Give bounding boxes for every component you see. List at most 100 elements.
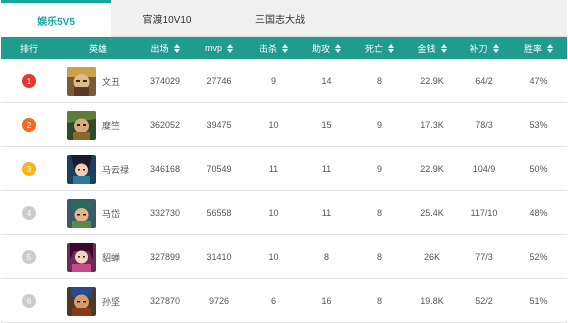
column-header-assist[interactable]: 助攻 (300, 37, 353, 59)
gold-value: 25.4K (420, 208, 444, 218)
games-value: 346168 (149, 164, 181, 174)
sort-icon (547, 43, 553, 53)
hero-name[interactable]: 孙坚 (102, 295, 120, 308)
column-header-winrate[interactable]: 胜率 (510, 37, 567, 59)
death-value: 9 (376, 164, 382, 174)
death-value: 8 (376, 252, 382, 262)
hero-cell: 貂蝉 (57, 235, 139, 279)
sort-icon (335, 43, 341, 53)
games-value: 362052 (149, 120, 181, 130)
assist-value: 16 (321, 296, 332, 306)
winrate-value: 50% (529, 164, 548, 174)
cs-value: 78/3 (475, 120, 493, 130)
rank-cell: 1 (1, 59, 57, 103)
kill-value: 10 (268, 252, 279, 262)
sort-icon (492, 43, 499, 53)
sort-icon (440, 43, 447, 53)
winrate-value: 48% (529, 208, 548, 218)
mvp-value: 39475 (206, 120, 232, 130)
table-row[interactable]: 1 文丑 374029 27746 9 14 8 22.9K 64/2 47% (1, 59, 567, 103)
gold-value: 22.9K (420, 164, 444, 174)
cs-value: 117/10 (470, 208, 498, 218)
sun-jian-portrait-icon[interactable] (67, 286, 96, 316)
table-row[interactable]: 2 糜竺 362052 39475 10 15 9 17.3K 78/3 53% (1, 103, 567, 147)
sort-icon (173, 43, 180, 53)
winrate-value: 52% (529, 252, 548, 262)
diao-chan-portrait-icon[interactable] (67, 242, 96, 272)
rank-badge: 1 (22, 74, 36, 88)
assist-value: 11 (321, 208, 332, 218)
hero-name[interactable]: 文丑 (102, 75, 120, 88)
rank-badge: 3 (22, 162, 36, 176)
games-value: 374029 (149, 76, 181, 86)
hero-cell: 糜竺 (57, 103, 139, 147)
games-value: 327899 (149, 252, 181, 262)
cs-value: 77/3 (475, 252, 493, 262)
table-header: 排行 英雄 出场 mvp 击杀 助攻 死亡 金钱 补刀 胜率 (1, 37, 567, 59)
mvp-value: 70549 (206, 164, 232, 174)
rank-badge: 4 (22, 206, 36, 220)
mode-tabs: 娱乐5V5 官渡10V10 三国志大战 (1, 0, 567, 38)
mvp-value: 9726 (208, 296, 230, 306)
column-header-kill[interactable]: 击杀 (247, 37, 300, 59)
assist-value: 11 (321, 164, 332, 174)
hero-name[interactable]: 糜竺 (102, 119, 120, 132)
mvp-value: 31410 (206, 252, 232, 262)
table-row[interactable]: 5 貂蝉 327899 31410 10 8 8 26K 77/3 52% (1, 235, 567, 279)
hero-name[interactable]: 马云禄 (102, 163, 129, 176)
kill-value: 9 (270, 76, 276, 86)
rank-cell: 5 (1, 235, 57, 279)
cs-value: 104/9 (472, 164, 496, 174)
gold-value: 22.9K (420, 76, 444, 86)
death-value: 8 (376, 296, 382, 306)
table-row[interactable]: 4 马岱 332730 56558 10 11 8 25.4K 117/10 4… (1, 191, 567, 235)
column-header-rank: 排行 (19, 43, 38, 54)
wen-chou-portrait-icon[interactable] (67, 66, 96, 96)
winrate-value: 51% (529, 296, 548, 306)
rank-cell: 2 (1, 103, 57, 147)
hero-cell: 马云禄 (57, 147, 139, 191)
winrate-value: 47% (529, 76, 548, 86)
rank-cell: 4 (1, 191, 57, 235)
death-value: 9 (376, 120, 382, 130)
hero-cell: 孙坚 (57, 279, 139, 323)
kill-value: 10 (268, 208, 279, 218)
winrate-value: 53% (529, 120, 548, 130)
hero-name[interactable]: 马岱 (102, 207, 120, 220)
ranking-table-body: 1 文丑 374029 27746 9 14 8 22.9K 64/2 47% … (1, 59, 567, 323)
mi-zhu-portrait-icon[interactable] (67, 110, 96, 140)
tab-guandu-10v10[interactable]: 官渡10V10 (111, 0, 223, 37)
column-header-death[interactable]: 死亡 (353, 37, 406, 59)
kill-value: 10 (268, 120, 279, 130)
table-row[interactable]: 6 孙坚 327870 9726 6 16 8 19.8K 52/2 51% (1, 279, 567, 323)
hero-name[interactable]: 貂蝉 (102, 251, 120, 264)
column-header-games[interactable]: 出场 (139, 37, 191, 59)
ma-yunlu-portrait-icon[interactable] (67, 154, 96, 184)
death-value: 8 (376, 76, 382, 86)
games-value: 327870 (149, 296, 181, 306)
hero-cell: 文丑 (57, 59, 139, 103)
tab-entertainment-5v5[interactable]: 娱乐5V5 (1, 0, 111, 38)
mvp-value: 56558 (206, 208, 232, 218)
column-header-gold[interactable]: 金钱 (406, 37, 458, 59)
gold-value: 26K (423, 252, 440, 262)
column-header-cs[interactable]: 补刀 (458, 37, 510, 59)
mvp-value: 27746 (206, 76, 232, 86)
cs-value: 64/2 (475, 76, 493, 86)
rank-cell: 3 (1, 147, 57, 191)
column-header-mvp[interactable]: mvp (191, 37, 247, 59)
column-header-hero: 英雄 (88, 43, 107, 54)
tab-three-kingdoms-battle[interactable]: 三国志大战 (223, 0, 337, 37)
death-value: 8 (376, 208, 382, 218)
assist-value: 15 (321, 120, 332, 130)
hero-cell: 马岱 (57, 191, 139, 235)
assist-value: 8 (323, 252, 329, 262)
kill-value: 6 (270, 296, 276, 306)
cs-value: 52/2 (475, 296, 493, 306)
rank-badge: 5 (22, 250, 36, 264)
rank-cell: 6 (1, 279, 57, 323)
table-row[interactable]: 3 马云禄 346168 70549 11 11 9 22.9K 104/9 5… (1, 147, 567, 191)
gold-value: 19.8K (420, 296, 444, 306)
ma-dai-portrait-icon[interactable] (67, 198, 96, 228)
rank-badge: 6 (22, 294, 36, 308)
